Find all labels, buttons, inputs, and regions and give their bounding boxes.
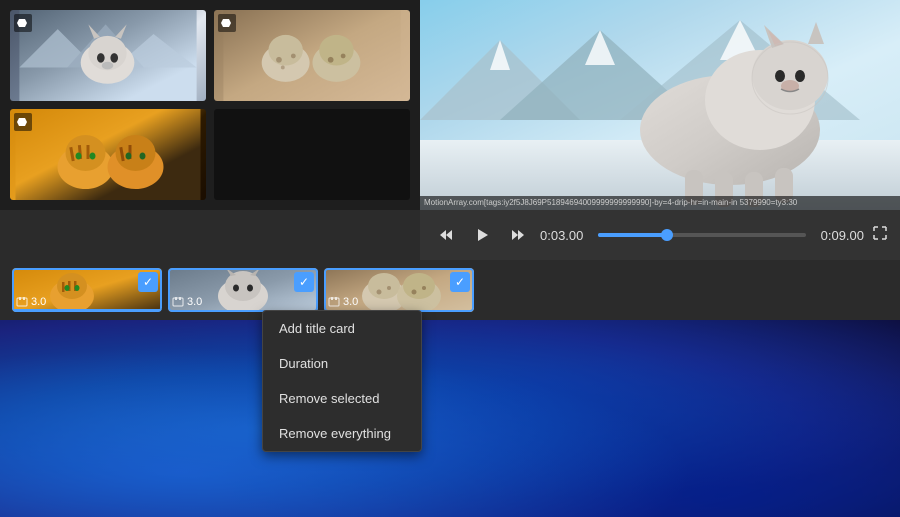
clip-1-check: ✓ — [138, 272, 158, 292]
video-preview: MotionArray.com[tags:iy2f5J8J69P51894694… — [420, 0, 900, 210]
timeline-clip-3[interactable]: ✓ 3.0 — [324, 268, 474, 312]
timeline-clip-2[interactable]: ✓ 3.0 — [168, 268, 318, 312]
progress-thumb[interactable] — [661, 229, 673, 241]
context-menu-add-title-card[interactable]: Add title card — [263, 311, 421, 346]
thumbnail-snow-leopard[interactable] — [214, 10, 410, 101]
left-panel-bottom — [0, 210, 420, 260]
clip-1-underline — [12, 309, 162, 312]
wallpaper-background — [0, 297, 900, 517]
step-forward-button[interactable] — [504, 221, 532, 249]
timeline-strip: ✓ 3.0 — [0, 260, 900, 320]
current-time: 0:03.00 — [540, 228, 590, 243]
context-menu: Add title card Duration Remove selected … — [262, 310, 422, 452]
total-time: 0:09.00 — [814, 228, 864, 243]
wallpaper-swirl — [0, 297, 900, 517]
thumb-tiger-icon — [14, 113, 32, 131]
thumbnail-empty — [214, 109, 410, 200]
rewind-button[interactable] — [432, 221, 460, 249]
thumbnail-wolf[interactable] — [10, 10, 206, 101]
clip-3-check: ✓ — [450, 272, 470, 292]
clip-3-label: 3.0 — [328, 296, 358, 308]
timeline-clip-1[interactable]: ✓ 3.0 — [12, 268, 162, 312]
context-menu-duration[interactable]: Duration — [263, 346, 421, 381]
transport-bar: 0:03.00 0:09.00 — [420, 210, 900, 260]
thumbnail-tiger[interactable] — [10, 109, 206, 200]
clip-2-label: 3.0 — [172, 296, 202, 308]
fullscreen-button[interactable] — [872, 225, 888, 246]
video-caption: MotionArray.com[tags:iy2f5J8J69P51894694… — [420, 196, 900, 210]
video-panel: MotionArray.com[tags:iy2f5J8J69P51894694… — [420, 0, 900, 210]
progress-fill — [598, 233, 667, 237]
clip-1-label: 3.0 — [16, 296, 46, 308]
thumb-wolf-icon — [14, 14, 32, 32]
context-menu-remove-everything[interactable]: Remove everything — [263, 416, 421, 451]
context-menu-remove-selected[interactable]: Remove selected — [263, 381, 421, 416]
media-panel — [0, 0, 420, 210]
play-button[interactable] — [468, 221, 496, 249]
clip-2-check: ✓ — [294, 272, 314, 292]
app-container: MotionArray.com[tags:iy2f5J8J69P51894694… — [0, 0, 900, 320]
progress-track[interactable] — [598, 233, 806, 237]
thumb-leopard-icon — [218, 14, 236, 32]
